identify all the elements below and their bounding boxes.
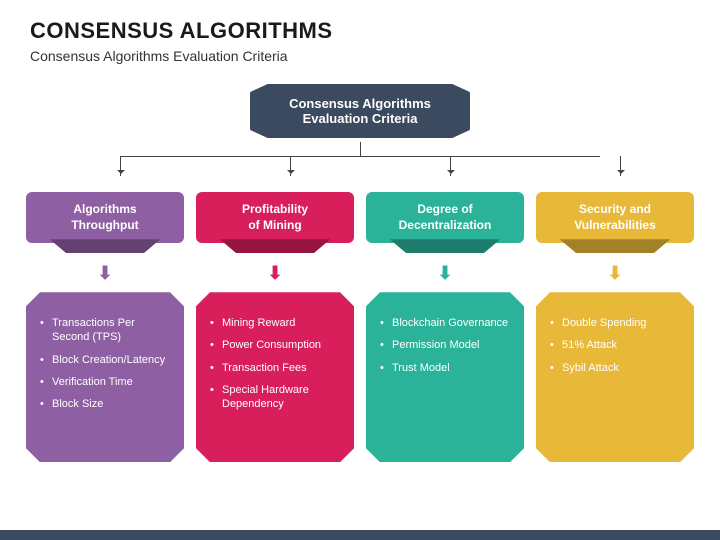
ribbon: [220, 239, 331, 253]
pill-mining: Profitabilityof Mining: [196, 192, 354, 243]
pill-decentralization: Degree ofDecentralization: [366, 192, 524, 243]
footer-bar: [0, 530, 720, 540]
root-node: Consensus Algorithms Evaluation Criteria: [250, 84, 470, 138]
list-item: Mining Reward: [210, 316, 340, 330]
list-item: Double Spending: [550, 316, 680, 330]
list-item: Trust Model: [380, 361, 510, 375]
panel-throughput: Transactions Per Second (TPS) Block Crea…: [26, 292, 184, 462]
panel-security: Double Spending 51% Attack Sybil Attack: [536, 292, 694, 462]
root-line2: Evaluation Criteria: [260, 111, 460, 126]
list-item: Block Size: [40, 397, 170, 411]
col-mining: Profitabilityof Mining ⬇ Mining Reward P…: [196, 192, 354, 462]
list-item: Block Creation/Latency: [40, 353, 170, 367]
ribbon: [560, 239, 671, 253]
list-item: Verification Time: [40, 375, 170, 389]
page-subtitle: Consensus Algorithms Evaluation Criteria: [30, 48, 690, 64]
list-item: Transactions Per Second (TPS): [40, 316, 170, 345]
ribbon: [390, 239, 501, 253]
arrow-down-icon: ⬇: [97, 263, 112, 284]
panel-mining: Mining Reward Power Consumption Transact…: [196, 292, 354, 462]
connector: [30, 142, 690, 182]
list-item: Special Hardware Dependency: [210, 383, 340, 412]
ribbon: [50, 239, 161, 253]
panel-decentralization: Blockchain Governance Permission Model T…: [366, 292, 524, 462]
page-title: CONSENSUS ALGORITHMS: [30, 18, 690, 44]
list-item: Transaction Fees: [210, 361, 340, 375]
arrow-down-icon: ⬇: [437, 263, 452, 284]
list-item: 51% Attack: [550, 338, 680, 352]
list-item: Permission Model: [380, 338, 510, 352]
col-decentralization: Degree ofDecentralization ⬇ Blockchain G…: [366, 192, 524, 462]
list-item: Blockchain Governance: [380, 316, 510, 330]
list-item: Power Consumption: [210, 338, 340, 352]
diagram: Consensus Algorithms Evaluation Criteria: [0, 74, 720, 192]
col-throughput: AlgorithmsThroughput ⬇ Transactions Per …: [26, 192, 184, 462]
pill-throughput: AlgorithmsThroughput: [26, 192, 184, 243]
columns: AlgorithmsThroughput ⬇ Transactions Per …: [0, 192, 720, 462]
header: CONSENSUS ALGORITHMS Consensus Algorithm…: [0, 0, 720, 74]
root-line1: Consensus Algorithms: [260, 96, 460, 111]
pill-security: Security andVulnerabilities: [536, 192, 694, 243]
arrow-down-icon: ⬇: [267, 263, 282, 284]
col-security: Security andVulnerabilities ⬇ Double Spe…: [536, 192, 694, 462]
list-item: Sybil Attack: [550, 361, 680, 375]
arrow-down-icon: ⬇: [607, 263, 622, 284]
